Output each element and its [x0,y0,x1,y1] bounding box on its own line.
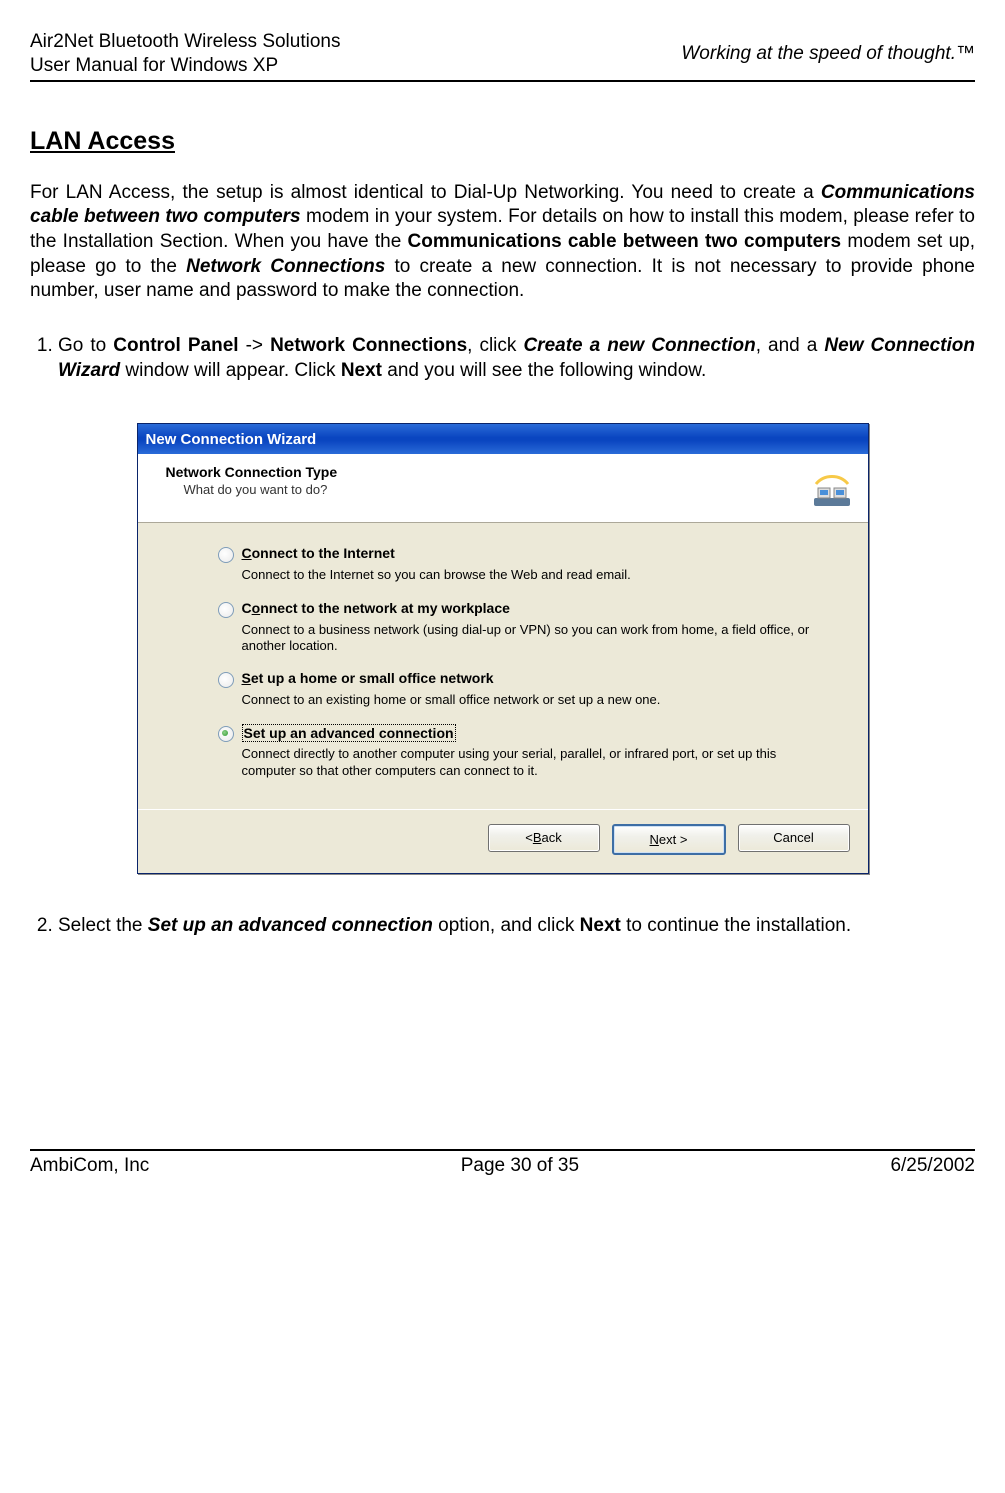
header-line2: User Manual for Windows XP [30,54,340,78]
option-connect-workplace[interactable]: Connect to the network at my workplace [218,600,813,618]
new-connection-wizard-dialog: New Connection Wizard Network Connection… [137,423,869,874]
step-2: Select the Set up an advanced connection… [58,914,975,939]
section-heading: LAN Access [30,127,975,156]
footer-right: 6/25/2002 [890,1155,975,1177]
cancel-button[interactable]: Cancel [738,824,850,852]
radio-icon[interactable] [218,726,234,742]
radio-icon[interactable] [218,672,234,688]
dialog-title: New Connection Wizard [146,431,317,448]
header-line1: Air2Net Bluetooth Wireless Solutions [30,30,340,54]
option-advanced-connection[interactable]: Set up an advanced connection [218,724,813,742]
step-1: Go to Control Panel -> Network Connectio… [58,334,975,383]
option-home-office-network[interactable]: Set up a home or small office network [218,670,813,688]
steps-list-cont: Select the Set up an advanced connection… [30,914,975,939]
dialog-content: Connect to the Internet Connect to the I… [138,523,868,809]
dialog-button-bar: < Back Next > Cancel [138,809,868,873]
radio-icon[interactable] [218,602,234,618]
header-left: Air2Net Bluetooth Wireless Solutions Use… [30,30,340,78]
dialog-title-bar: New Connection Wizard [138,424,868,454]
option-label: Connect to the network at my workplace [242,600,510,616]
dialog-header-subtitle: What do you want to do? [184,482,338,497]
dialog-header-panel: Network Connection Type What do you want… [138,454,868,523]
option-label: Set up an advanced connection [242,724,456,742]
option-label: Connect to the Internet [242,545,395,561]
option-desc: Connect to the Internet so you can brows… [242,567,813,583]
steps-list: Go to Control Panel -> Network Connectio… [30,334,975,383]
option-connect-internet[interactable]: Connect to the Internet [218,545,813,563]
option-desc: Connect directly to another computer usi… [242,746,813,779]
footer-left: AmbiCom, Inc [30,1155,149,1177]
header-right: Working at the speed of thought.™ [681,43,975,65]
next-button[interactable]: Next > [612,824,726,855]
option-desc: Connect to an existing home or small off… [242,692,813,708]
option-label: Set up a home or small office network [242,670,494,686]
page-header: Air2Net Bluetooth Wireless Solutions Use… [30,30,975,82]
back-button[interactable]: < Back [488,824,600,852]
dialog-header-title: Network Connection Type [166,464,338,480]
radio-icon[interactable] [218,547,234,563]
intro-paragraph: For LAN Access, the setup is almost iden… [30,181,975,304]
network-icon [808,464,856,512]
page-footer: AmbiCom, Inc Page 30 of 35 6/25/2002 [30,1149,975,1177]
footer-center: Page 30 of 35 [461,1155,579,1177]
option-desc: Connect to a business network (using dia… [242,622,813,655]
